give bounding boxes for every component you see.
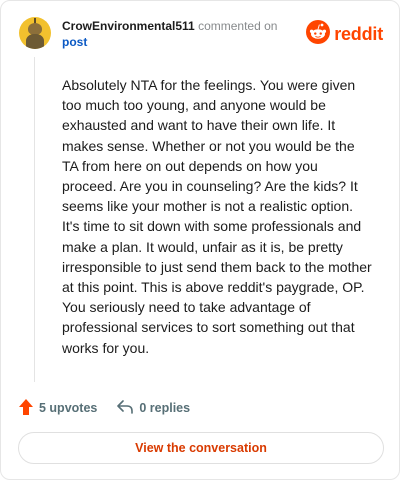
comment-body: Absolutely NTA for the feelings. You wer… — [62, 77, 372, 356]
reply-button[interactable]: 0 replies — [117, 399, 191, 417]
reply-icon — [117, 399, 134, 417]
post-link[interactable]: post — [62, 35, 87, 49]
comment-header: CrowEnvironmental511 commented on post — [62, 18, 312, 50]
comment-card: CrowEnvironmental511 commented on post r… — [0, 0, 400, 480]
reddit-brand[interactable]: reddit — [306, 20, 383, 49]
username-link[interactable]: CrowEnvironmental511 — [62, 19, 195, 33]
reddit-snoo-icon — [306, 20, 331, 49]
upvote-button[interactable]: 5 upvotes — [19, 398, 98, 418]
reddit-wordmark: reddit — [334, 24, 383, 44]
avatar-body — [26, 34, 44, 49]
view-conversation-button[interactable]: View the conversation — [18, 432, 384, 464]
reply-count: 0 replies — [139, 401, 191, 415]
avatar[interactable] — [19, 17, 51, 49]
comment-actions: 5 upvotes 0 replies — [19, 398, 190, 418]
action-text: commented on — [198, 19, 278, 33]
upvote-count: 5 upvotes — [39, 401, 98, 415]
upvote-arrow-icon — [19, 398, 33, 418]
thread-line — [34, 57, 35, 382]
